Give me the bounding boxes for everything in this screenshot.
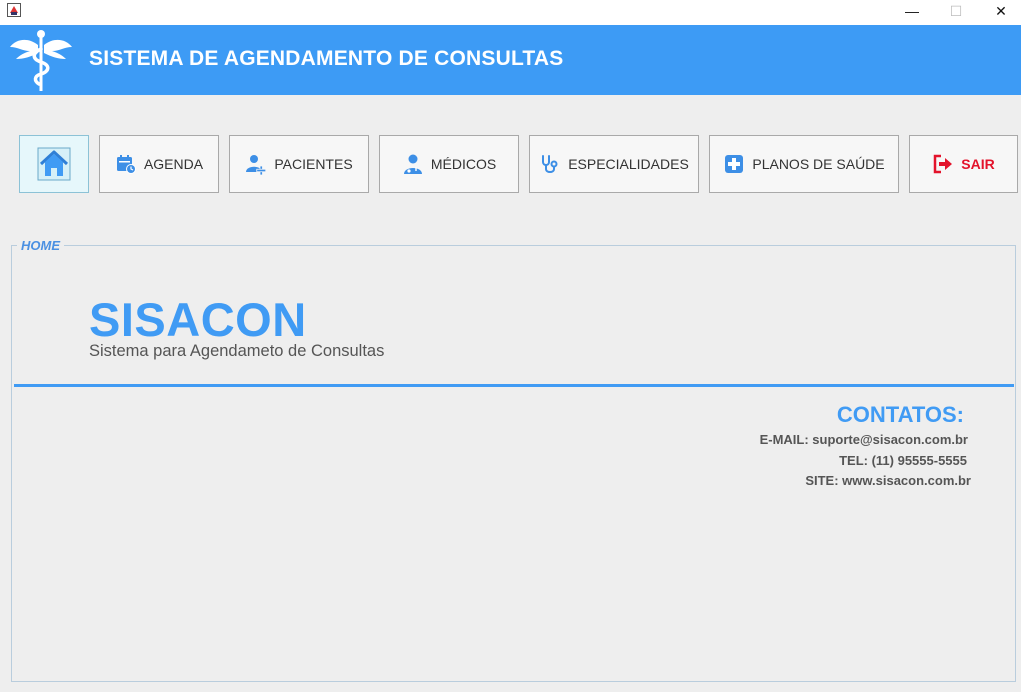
agenda-button[interactable]: AGENDA (99, 135, 219, 193)
minimize-button[interactable]: — (889, 0, 935, 22)
contact-phone: TEL: (11) 95555-5555 (839, 453, 967, 468)
home-icon (37, 147, 71, 181)
medicos-label: MÉDICOS (430, 156, 497, 172)
planos-label: PLANOS DE SAÚDE (752, 156, 885, 172)
section-divider (14, 384, 1014, 387)
contact-email: E-MAIL: suporte@sisacon.com.br (759, 432, 968, 447)
add-user-icon (245, 153, 267, 175)
agenda-label: AGENDA (143, 156, 204, 172)
brand-name: SISACON (89, 293, 307, 346)
home-button[interactable] (19, 135, 89, 193)
especialidades-label: ESPECIALIDADES (568, 156, 689, 172)
sair-button[interactable]: SAIR (909, 135, 1018, 193)
app-icon (7, 3, 21, 17)
especialidades-button[interactable]: ESPECIALIDADES (529, 135, 699, 193)
stethoscope-icon (539, 153, 561, 175)
panel-legend: HOME (17, 238, 64, 253)
app-title: SISTEMA DE AGENDAMENTO DE CONSULTAS (89, 47, 564, 70)
medical-cross-icon (723, 153, 745, 175)
app-header: SISTEMA DE AGENDAMENTO DE CONSULTAS (0, 25, 1021, 95)
medicos-button[interactable]: MÉDICOS (379, 135, 519, 193)
pacientes-label: PACIENTES (274, 156, 353, 172)
doctor-icon (402, 153, 424, 175)
caduceus-icon (8, 27, 74, 93)
maximize-button[interactable]: ☐ (933, 0, 979, 22)
calendar-clock-icon (115, 153, 137, 175)
window-titlebar: — ☐ ✕ (0, 0, 1021, 25)
sair-label: SAIR (961, 156, 995, 172)
brand-subtitle: Sistema para Agendameto de Consultas (89, 342, 385, 360)
pacientes-button[interactable]: PACIENTES (229, 135, 369, 193)
planos-de-saude-button[interactable]: PLANOS DE SAÚDE (709, 135, 899, 193)
contact-site: SITE: www.sisacon.com.br (805, 473, 971, 488)
exit-icon (932, 153, 954, 175)
contacts-title: CONTATOS: (836, 402, 964, 427)
close-button[interactable]: ✕ (978, 0, 1021, 22)
